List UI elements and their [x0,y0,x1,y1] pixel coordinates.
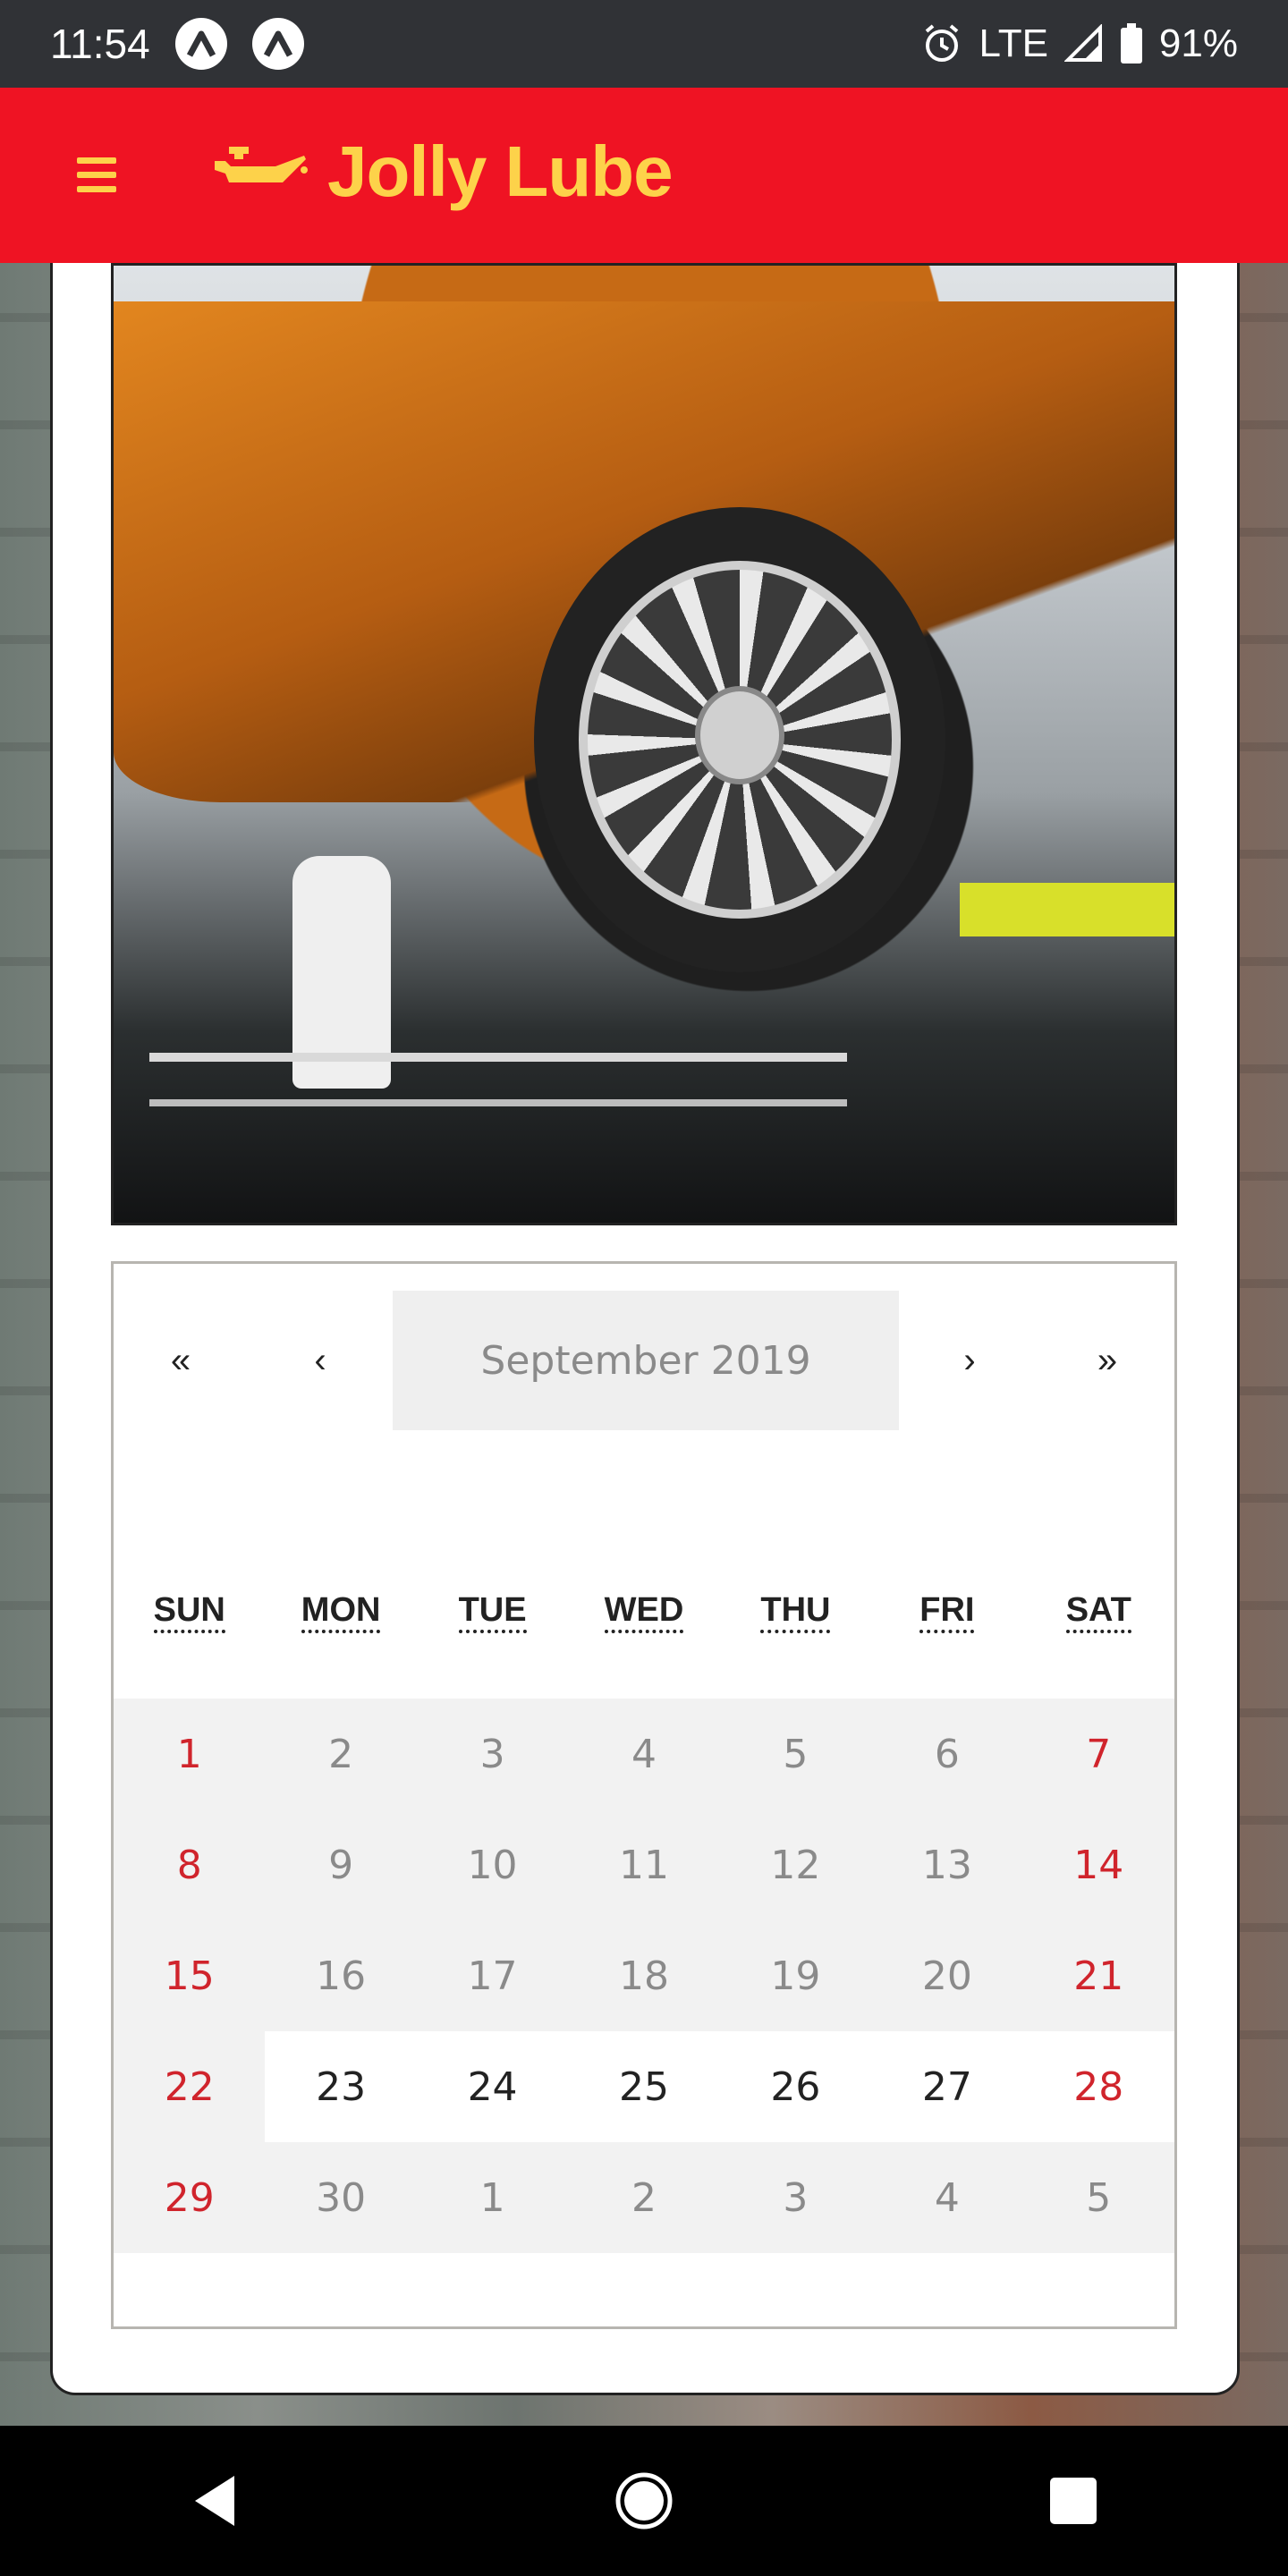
battery-icon [1120,23,1143,64]
weekday-thu: THU [720,1568,871,1657]
calendar-day[interactable]: 27 [871,2031,1023,2142]
next-year-button[interactable]: » [1040,1291,1174,1430]
weekday-mon: MON [265,1568,416,1657]
calendar-day[interactable]: 29 [114,2142,266,2253]
weekday-label: SAT [1065,1591,1131,1633]
calendar-day[interactable]: 30 [265,2142,417,2253]
next-month-button[interactable]: › [902,1291,1037,1430]
car-on-lift-photo [111,263,1177,1225]
calendar-day[interactable]: 3 [416,1699,569,1809]
back-icon[interactable] [174,2461,255,2541]
month-label[interactable]: September 2019 [393,1291,899,1430]
weekday-label: TUE [458,1591,527,1633]
status-left: 11:54 [50,18,304,70]
status-bar: 11:54 LTE 91% [0,0,1288,88]
status-right: LTE 91% [921,21,1238,66]
signal-icon [1063,24,1104,64]
calendar: « ‹ September 2019 › » SUN MON TUE WED THU FR… [111,1261,1177,2329]
weekday-fri: FRI [871,1568,1022,1657]
calendar-day[interactable]: 28 [1022,2031,1174,2142]
weekday-label: MON [301,1591,381,1633]
network-label: LTE [979,21,1048,65]
calendar-day[interactable]: 11 [568,1809,720,1920]
brand[interactable]: Jolly Lube [211,131,674,213]
calendar-day[interactable]: 3 [719,2142,872,2253]
calendar-day[interactable]: 21 [1022,1920,1174,2031]
app-a-icon [251,18,304,70]
home-icon[interactable] [604,2461,684,2541]
calendar-day[interactable]: 15 [114,1920,266,2031]
calendar-day[interactable]: 5 [1022,2142,1174,2253]
calendar-day[interactable]: 13 [871,1809,1023,1920]
calendar-day[interactable]: 1 [416,2142,569,2253]
calendar-day[interactable]: 4 [568,1699,720,1809]
weekday-tue: TUE [417,1568,568,1657]
calendar-day[interactable]: 2 [568,2142,720,2253]
oil-can-icon [211,143,309,201]
day-grid: 1 2 3 4 5 6 7 8 9 10 11 12 13 14 15 16 17 18 19 20 21 22 23 24 2… [114,1699,1174,2253]
recents-icon[interactable] [1033,2461,1114,2541]
weekday-label: SUN [153,1591,225,1633]
weekday-header: SUN MON TUE WED THU FRI SAT [114,1568,1174,1657]
calendar-day[interactable]: 6 [871,1699,1023,1809]
calendar-day[interactable]: 4 [871,2142,1023,2253]
calendar-day[interactable]: 14 [1022,1809,1174,1920]
app-bar: Jolly Lube [0,88,1288,263]
calendar-day[interactable]: 9 [265,1809,417,1920]
calendar-day[interactable]: 19 [719,1920,872,2031]
calendar-day[interactable]: 12 [719,1809,872,1920]
battery-level: 91% [1158,21,1238,65]
hamburger-icon[interactable] [77,157,116,193]
status-time: 11:54 [50,21,150,67]
prev-year-button[interactable]: « [114,1291,248,1430]
calendar-day[interactable]: 23 [265,2031,417,2142]
calendar-day[interactable]: 7 [1022,1699,1174,1809]
calendar-day[interactable]: 1 [114,1699,266,1809]
app-title: Jolly Lube [327,131,674,211]
wire-shelf [149,1053,847,1106]
calendar-navigation: « ‹ September 2019 › » [114,1291,1174,1430]
wheel-hub [695,686,784,784]
calendar-day[interactable]: 20 [871,1920,1023,2031]
app-a-icon [174,18,227,70]
calendar-day[interactable]: 2 [265,1699,417,1809]
prev-month-button[interactable]: ‹ [253,1291,387,1430]
weekday-label: FRI [919,1591,975,1633]
calendar-day[interactable]: 22 [114,2031,266,2142]
calendar-day[interactable]: 18 [568,1920,720,2031]
weekday-sun: SUN [114,1568,265,1657]
system-nav-bar [0,2426,1288,2576]
alarm-icon [921,23,962,64]
lift-arm [960,883,1174,936]
calendar-day[interactable]: 8 [114,1809,266,1920]
calendar-day[interactable]: 17 [416,1920,569,2031]
weekday-sat: SAT [1023,1568,1174,1657]
calendar-day[interactable]: 24 [416,2031,569,2142]
calendar-day[interactable]: 26 [719,2031,872,2142]
weekday-label: WED [604,1591,684,1633]
weekday-wed: WED [568,1568,719,1657]
calendar-day[interactable]: 10 [416,1809,569,1920]
calendar-day[interactable]: 16 [265,1920,417,2031]
calendar-day[interactable]: 25 [568,2031,720,2142]
weekday-label: THU [760,1591,831,1633]
calendar-day[interactable]: 5 [719,1699,872,1809]
